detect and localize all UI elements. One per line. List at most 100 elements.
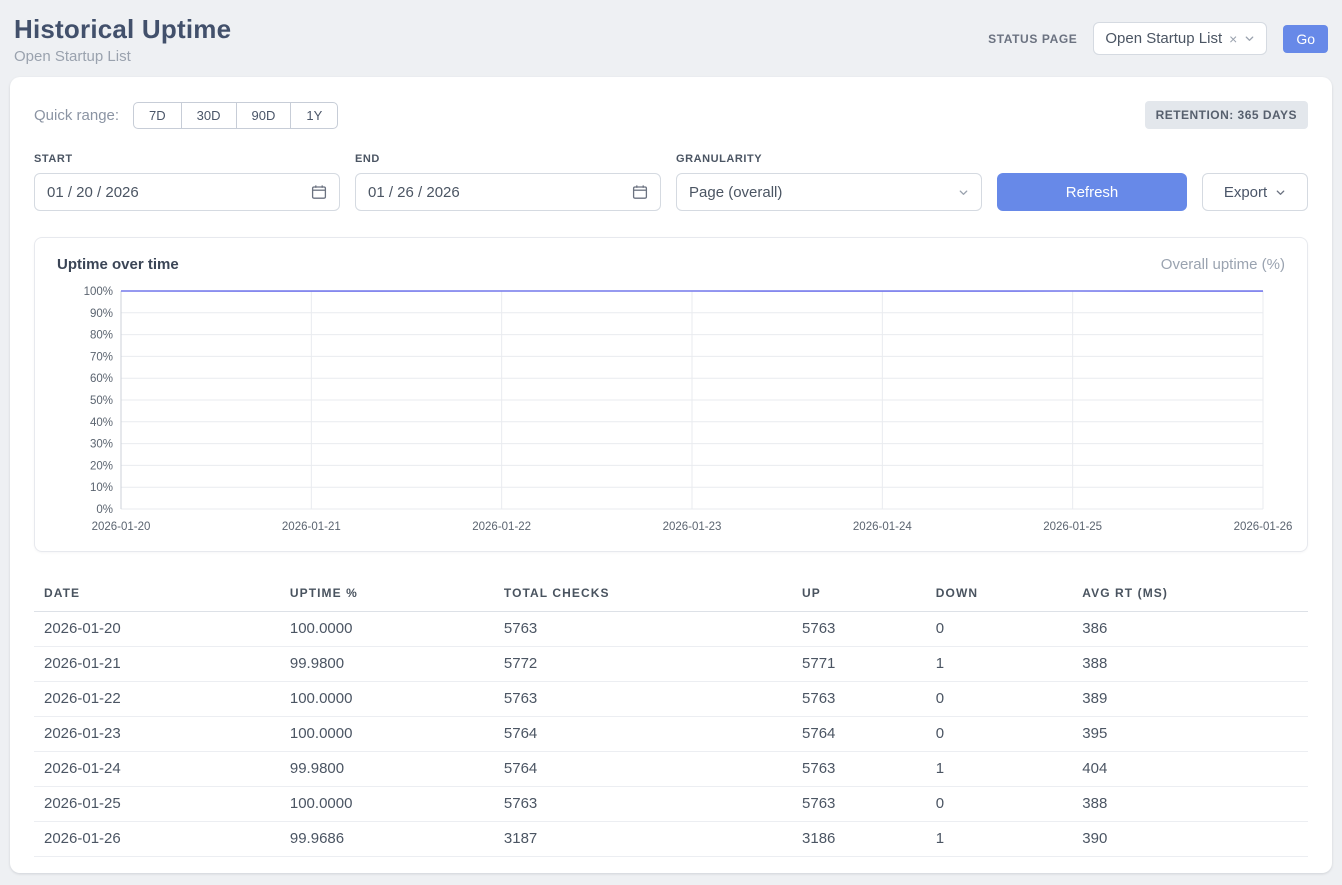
table-cell: 2026-01-24 [34, 752, 280, 787]
status-page-select[interactable]: Open Startup List × [1093, 22, 1267, 55]
table-cell: 99.9800 [280, 647, 494, 682]
table-cell: 3186 [792, 822, 926, 857]
quick-range-row: Quick range: 7D30D90D1Y RETENTION: 365 D… [34, 101, 1308, 129]
svg-text:2026-01-22: 2026-01-22 [472, 521, 531, 533]
granularity-select[interactable]: Page (overall) [676, 173, 982, 211]
table-cell: 388 [1072, 787, 1308, 822]
table-cell: 1 [926, 822, 1073, 857]
chevron-down-icon [958, 187, 969, 198]
column-header: UP [792, 576, 926, 612]
table-cell: 395 [1072, 717, 1308, 752]
svg-text:2026-01-21: 2026-01-21 [282, 521, 341, 533]
table-cell: 5772 [494, 647, 792, 682]
svg-text:90%: 90% [90, 308, 113, 320]
table-row: 2026-01-23100.0000576457640395 [34, 717, 1308, 752]
column-header: AVG RT (MS) [1072, 576, 1308, 612]
table-row: 2026-01-2499.9800576457631404 [34, 752, 1308, 787]
column-header: TOTAL CHECKS [494, 576, 792, 612]
uptime-chart-svg: 0%10%20%30%40%50%60%70%80%90%100%2026-01… [57, 283, 1285, 539]
status-page-value: Open Startup List [1105, 30, 1222, 47]
table-cell: 99.9686 [280, 822, 494, 857]
table-cell: 5763 [792, 682, 926, 717]
table-cell: 5771 [792, 647, 926, 682]
column-header: UPTIME % [280, 576, 494, 612]
table-cell: 5763 [792, 787, 926, 822]
table-cell: 2026-01-23 [34, 717, 280, 752]
chart-card: Uptime over time Overall uptime (%) 0% 10… [34, 237, 1308, 552]
page: Historical Uptime Open Startup List STAT… [0, 0, 1342, 885]
clear-icon[interactable]: × [1229, 32, 1237, 46]
end-label: END [355, 153, 661, 165]
table-row: 2026-01-25100.0000576357630388 [34, 787, 1308, 822]
retention-badge: RETENTION: 365 DAYS [1145, 101, 1308, 129]
table-cell: 2026-01-20 [34, 612, 280, 647]
chevron-down-icon [1275, 187, 1286, 198]
table-cell: 1 [926, 752, 1073, 787]
table-row: 2026-01-2199.9800577257711388 [34, 647, 1308, 682]
table-cell: 386 [1072, 612, 1308, 647]
table-cell: 99.9800 [280, 752, 494, 787]
svg-text:2026-01-24: 2026-01-24 [853, 521, 912, 533]
svg-text:2026-01-25: 2026-01-25 [1043, 521, 1102, 533]
uptime-table: DATEUPTIME %TOTAL CHECKSUPDOWNAVG RT (MS… [34, 576, 1308, 857]
end-date-value: 01 / 26 / 2026 [368, 184, 460, 201]
end-field: END 01 / 26 / 2026 [355, 153, 661, 211]
top-controls: STATUS PAGE Open Startup List × Go [988, 22, 1328, 55]
table-cell: 389 [1072, 682, 1308, 717]
table-cell: 0 [926, 682, 1073, 717]
main-card: Quick range: 7D30D90D1Y RETENTION: 365 D… [10, 77, 1332, 873]
table-row: 2026-01-2699.9686318731861390 [34, 822, 1308, 857]
svg-text:2026-01-20: 2026-01-20 [92, 521, 151, 533]
table-cell: 5764 [494, 752, 792, 787]
export-button[interactable]: Export [1202, 173, 1308, 211]
start-date-value: 01 / 20 / 2026 [47, 184, 139, 201]
topbar: Historical Uptime Open Startup List STAT… [10, 10, 1332, 77]
calendar-icon [311, 184, 327, 200]
export-label: Export [1224, 184, 1267, 201]
table-cell: 2026-01-21 [34, 647, 280, 682]
table-cell: 5763 [792, 612, 926, 647]
table-cell: 5764 [494, 717, 792, 752]
table-body: 2026-01-20100.00005763576303862026-01-21… [34, 612, 1308, 857]
svg-text:50%: 50% [90, 395, 113, 407]
quick-range-30d-button[interactable]: 30D [181, 102, 237, 129]
table-cell: 5763 [792, 752, 926, 787]
quick-range-1y-button[interactable]: 1Y [290, 102, 338, 129]
table-cell: 100.0000 [280, 612, 494, 647]
granularity-value: Page (overall) [689, 184, 782, 201]
quick-range-left: Quick range: 7D30D90D1Y [34, 102, 338, 129]
refresh-button[interactable]: Refresh [997, 173, 1187, 211]
table-cell: 2026-01-22 [34, 682, 280, 717]
table-cell: 5763 [494, 682, 792, 717]
table-cell: 100.0000 [280, 787, 494, 822]
svg-text:20%: 20% [90, 460, 113, 472]
quick-range-group: 7D30D90D1Y [133, 102, 338, 129]
header-row: DATEUPTIME %TOTAL CHECKSUPDOWNAVG RT (MS… [34, 576, 1308, 612]
table-cell: 0 [926, 612, 1073, 647]
table-cell: 2026-01-26 [34, 822, 280, 857]
chart-header: Uptime over time Overall uptime (%) [57, 256, 1285, 273]
end-date-input[interactable]: 01 / 26 / 2026 [355, 173, 661, 211]
chart-legend-label: Overall uptime (%) [1161, 256, 1285, 273]
start-date-input[interactable]: 01 / 20 / 2026 [34, 173, 340, 211]
table-cell: 5764 [792, 717, 926, 752]
granularity-label: GRANULARITY [676, 153, 982, 165]
svg-text:60%: 60% [90, 373, 113, 385]
quick-range-7d-button[interactable]: 7D [133, 102, 182, 129]
svg-text:2026-01-26: 2026-01-26 [1234, 521, 1293, 533]
table-cell: 100.0000 [280, 682, 494, 717]
svg-text:80%: 80% [90, 330, 113, 342]
filter-form-row: START 01 / 20 / 2026 END 01 / 26 / 2026 … [34, 153, 1308, 211]
table-cell: 5763 [494, 612, 792, 647]
svg-text:0%: 0% [96, 504, 113, 516]
quick-range-90d-button[interactable]: 90D [236, 102, 292, 129]
table-row: 2026-01-20100.0000576357630386 [34, 612, 1308, 647]
page-subtitle: Open Startup List [14, 48, 231, 65]
svg-text:100%: 100% [84, 286, 113, 298]
svg-text:40%: 40% [90, 417, 113, 429]
svg-text:30%: 30% [90, 439, 113, 451]
column-header: DATE [34, 576, 280, 612]
start-field: START 01 / 20 / 2026 [34, 153, 340, 211]
table-cell: 100.0000 [280, 717, 494, 752]
go-button[interactable]: Go [1283, 25, 1328, 53]
